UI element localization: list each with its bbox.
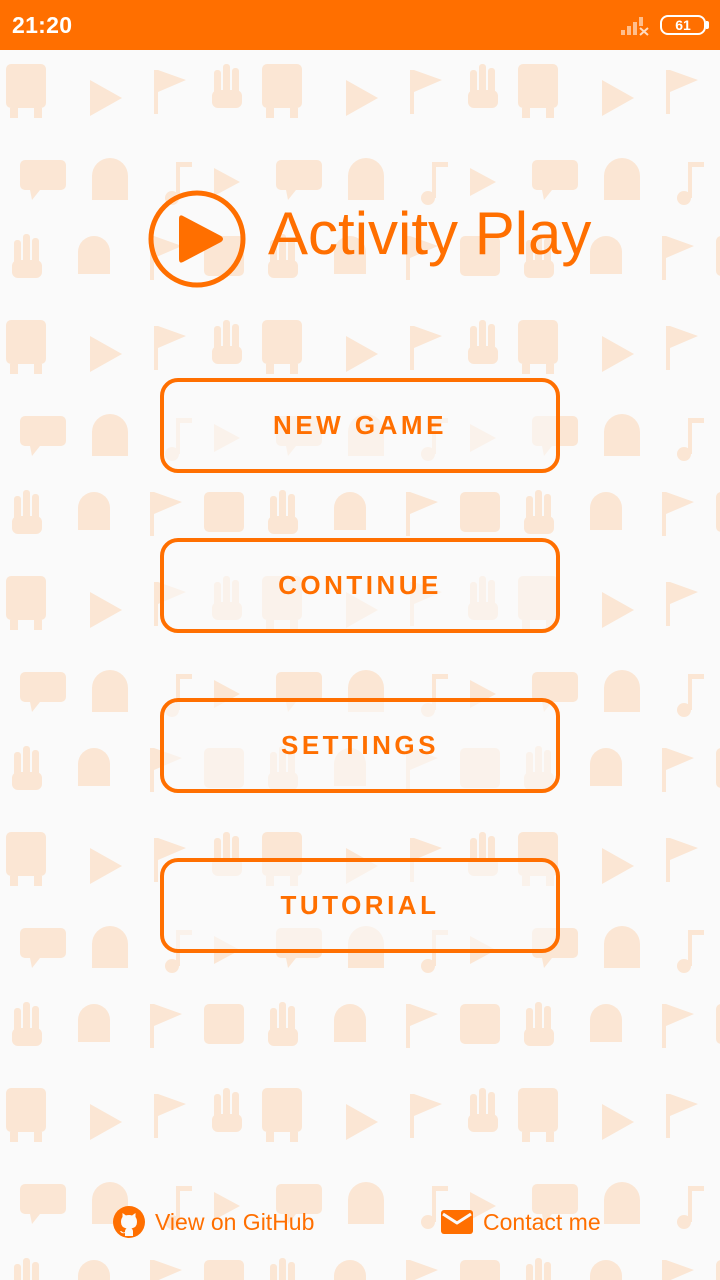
tutorial-button[interactable]: TUTORIAL	[160, 858, 560, 953]
new-game-button[interactable]: NEW GAME	[160, 378, 560, 473]
main-screen: 21:20 61 Activity Play NEW GAME CONTINUE…	[0, 0, 720, 1280]
view-on-github-link[interactable]: View on GitHub	[112, 1202, 314, 1242]
battery-tip	[706, 21, 709, 29]
status-time: 21:20	[12, 12, 73, 38]
signal-icon	[621, 17, 649, 36]
settings-button[interactable]: SETTINGS	[160, 698, 560, 793]
continue-label: CONTINUE	[278, 570, 442, 600]
github-link-label: View on GitHub	[155, 1208, 315, 1235]
battery-level: 61	[675, 17, 691, 33]
continue-button[interactable]: CONTINUE	[160, 538, 560, 633]
tutorial-label: TUTORIAL	[280, 890, 440, 920]
contact-me-link[interactable]: Contact me	[440, 1202, 601, 1242]
contact-link-label: Contact me	[483, 1208, 601, 1235]
mail-icon	[440, 1205, 474, 1239]
settings-label: SETTINGS	[280, 730, 439, 760]
new-game-label: NEW GAME	[273, 410, 447, 440]
battery-icon: 61	[660, 15, 706, 35]
github-icon	[112, 1205, 146, 1239]
play-circle-icon	[148, 190, 246, 288]
app-title: Activity Play	[268, 200, 592, 267]
status-bar: 21:20 61	[0, 0, 720, 50]
